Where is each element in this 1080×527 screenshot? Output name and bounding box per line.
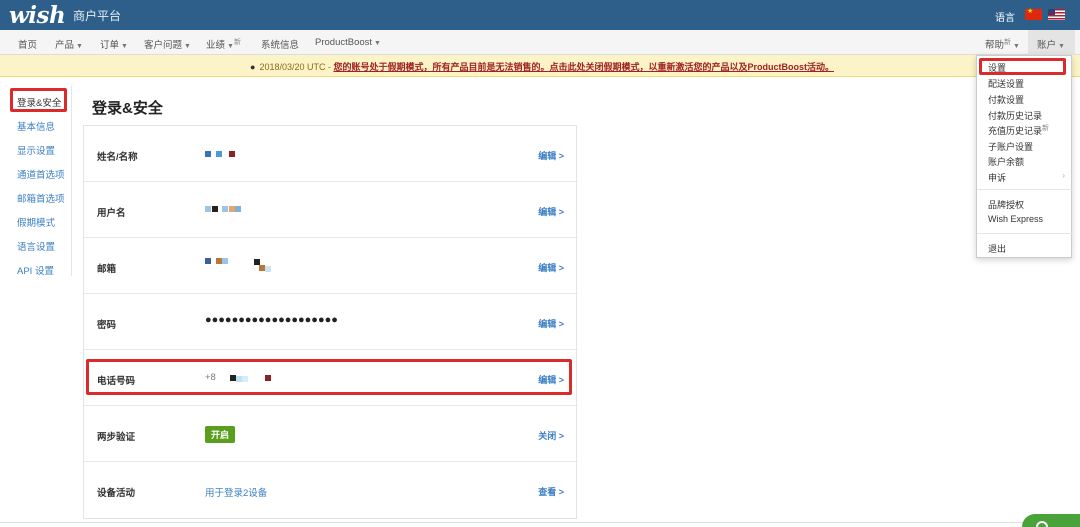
account-dropdown-menu: 设置 配送设置 付款设置 付款历史记录 充值历史记录新 子账户设置 账户余额 申…	[976, 55, 1073, 258]
menu-item-payment-settings[interactable]: 付款设置	[988, 93, 1024, 106]
sidebar-item-login-security[interactable]: 登录&安全	[17, 95, 61, 109]
top-bar: wish 商户平台 语言	[0, 0, 1080, 30]
password-mask: ●●●●●●●●●●●●●●●●●●●●	[205, 314, 338, 326]
redacted-pixel	[205, 151, 211, 157]
menu-divider	[977, 233, 1073, 234]
redacted-pixel	[205, 206, 211, 212]
vacation-mode-banner: ● 2018/03/20 UTC - 您的账号处于假期模式，所有产品目前是无法销售…	[0, 55, 1080, 77]
row-password: 密码 ●●●●●●●●●●●●●●●●●●●● 编辑 >	[84, 294, 578, 350]
menu-item-topup-history[interactable]: 充值历史记录新	[988, 124, 1049, 137]
row-email: 邮箱 编辑 >	[84, 238, 578, 294]
redacted-pixel	[222, 206, 228, 212]
sidebar-item-basic-info[interactable]: 基本信息	[17, 119, 55, 133]
disable-two-step-link[interactable]: 关闭 >	[538, 429, 564, 442]
sidebar-item-language[interactable]: 语言设置	[17, 239, 55, 253]
menu-item-account-balance[interactable]: 账户余额	[988, 155, 1024, 168]
wish-logo[interactable]: wish	[9, 2, 66, 29]
row-name: 姓名/名称 编辑 >	[84, 126, 578, 182]
view-devices-link[interactable]: 查看 >	[538, 485, 564, 498]
row-label: 用户名	[97, 208, 126, 219]
banner-text: ● 2018/03/20 UTC - 您的账号处于假期模式，所有产品目前是无法销售…	[250, 60, 834, 73]
row-label: 两步验证	[97, 432, 136, 443]
redacted-pixel	[265, 266, 271, 272]
nav-help[interactable]: 帮助新▼	[985, 37, 1020, 51]
menu-item-brand-authorization[interactable]: 品牌授权	[988, 198, 1024, 211]
menu-divider	[977, 189, 1073, 190]
page-bottom-border	[0, 522, 1080, 523]
sidebar-item-email-prefs[interactable]: 邮箱首选项	[17, 191, 65, 205]
sidebar-divider	[71, 86, 72, 276]
redacted-pixel	[229, 151, 235, 157]
redacted-pixel	[235, 206, 241, 212]
redacted-pixel	[216, 151, 222, 157]
row-username: 用户名 编辑 >	[84, 182, 578, 238]
edit-email-link[interactable]: 编辑 >	[538, 261, 564, 274]
chevron-right-icon: ›	[1062, 171, 1065, 180]
banner-warning-link[interactable]: 您的账号处于假期模式，所有产品目前是无法销售的。点击此处关闭假期模式，以重新激活…	[334, 62, 835, 72]
menu-item-shipping-settings[interactable]: 配送设置	[988, 77, 1024, 90]
row-two-step: 两步验证 开启 关闭 >	[84, 406, 578, 462]
sidebar-item-channel-prefs[interactable]: 通道首选项	[17, 167, 65, 181]
sidebar-item-api[interactable]: API 设置	[17, 263, 54, 277]
highlight-box-phone	[86, 359, 572, 395]
nav-account-label[interactable]: 账户 ▼	[1037, 37, 1065, 51]
china-flag-icon[interactable]	[1025, 7, 1042, 20]
main-nav: 首页 产品 ▼ 订单 ▼ 客户问题 ▼ 业绩 ▼新 系统信息 ProductBoost ▼…	[0, 30, 1080, 55]
chevron-down-icon: ▼	[374, 40, 381, 47]
info-icon: ●	[250, 62, 256, 72]
redacted-pixel	[205, 258, 211, 264]
page-title: 登录&安全	[92, 100, 163, 117]
redacted-pixel	[212, 206, 218, 212]
nav-home[interactable]: 首页	[18, 37, 37, 51]
edit-username-link[interactable]: 编辑 >	[538, 205, 564, 218]
nav-products[interactable]: 产品 ▼	[55, 37, 83, 51]
menu-item-subaccount-settings[interactable]: 子账户设置	[988, 140, 1033, 153]
chevron-down-icon: ▼	[76, 43, 83, 50]
us-flag-icon[interactable]	[1048, 9, 1065, 20]
new-badge: 新	[1004, 39, 1012, 46]
sidebar-item-display-settings[interactable]: 显示设置	[17, 143, 55, 157]
highlight-box-settings	[979, 58, 1066, 75]
menu-item-payment-history[interactable]: 付款历史记录	[988, 109, 1042, 122]
menu-item-wish-express[interactable]: Wish Express	[988, 214, 1043, 224]
nav-customer-issues[interactable]: 客户问题 ▼	[144, 37, 191, 51]
redacted-pixel	[222, 258, 228, 264]
chevron-down-icon: ▼	[121, 43, 128, 50]
nav-orders[interactable]: 订单 ▼	[100, 37, 128, 51]
chevron-down-icon: ▼	[1058, 43, 1065, 50]
nav-system-info[interactable]: 系统信息	[261, 37, 299, 51]
new-badge: 新	[1042, 125, 1050, 132]
row-label: 密码	[97, 320, 117, 331]
nav-performance[interactable]: 业绩 ▼新	[206, 37, 241, 51]
row-label: 邮箱	[97, 264, 117, 275]
chat-widget-button[interactable]	[1022, 514, 1080, 527]
menu-item-disputes[interactable]: 申诉	[988, 171, 1006, 184]
row-label: 设备活动	[97, 488, 136, 499]
new-badge: 新	[233, 39, 241, 46]
row-device-activity: 设备活动 用于登录2设备 查看 >	[84, 462, 578, 518]
sidebar-item-vacation-mode[interactable]: 假期模式	[17, 215, 55, 229]
menu-item-logout[interactable]: 退出	[988, 242, 1006, 255]
platform-title: 商户平台	[73, 9, 122, 23]
chevron-down-icon: ▼	[184, 43, 191, 50]
language-label[interactable]: 语言	[995, 9, 1015, 24]
two-step-status-badge: 开启	[205, 426, 236, 443]
chevron-down-icon: ▼	[1013, 43, 1020, 50]
banner-date: 2018/03/20 UTC -	[259, 62, 331, 72]
row-label: 姓名/名称	[97, 152, 138, 163]
device-count-link[interactable]: 用于登录2设备	[205, 485, 267, 499]
chevron-down-icon: ▼	[227, 43, 234, 50]
account-settings-card: 姓名/名称 编辑 > 用户名 编辑 > 邮箱 编辑 > 密码 ●●●●●●●●●…	[83, 125, 578, 519]
edit-password-link[interactable]: 编辑 >	[538, 317, 564, 330]
nav-productboost[interactable]: ProductBoost ▼	[315, 37, 381, 48]
edit-name-link[interactable]: 编辑 >	[538, 149, 564, 162]
